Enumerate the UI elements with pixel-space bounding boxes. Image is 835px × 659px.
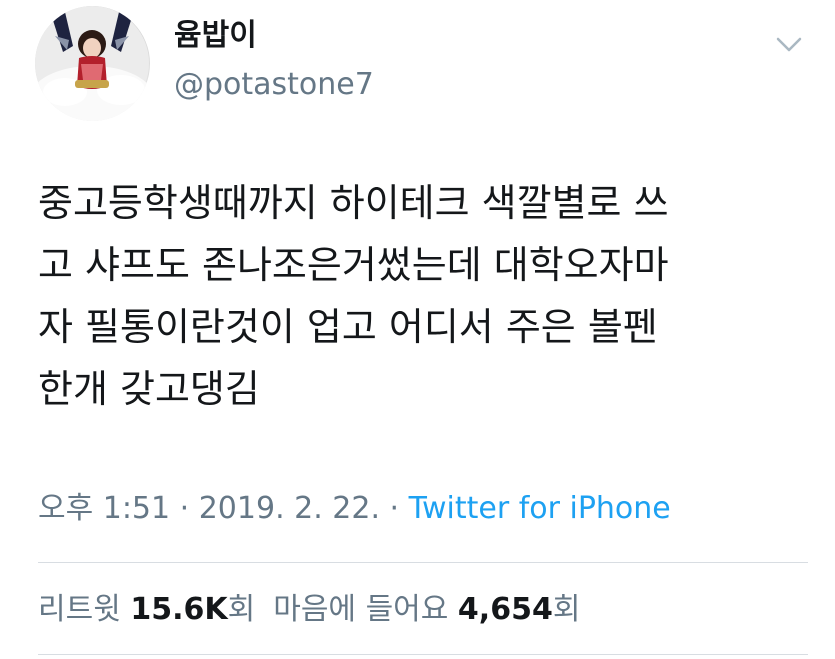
tweet-text-line: 중고등학생때까지 하이테크 색깔별로 쓰 xyxy=(38,181,669,225)
avatar[interactable] xyxy=(35,6,150,121)
meta-separator: · xyxy=(380,491,409,526)
divider xyxy=(38,562,808,563)
likes-stat[interactable]: 마음에 들어요 4,654회 xyxy=(273,592,580,627)
tweet-text-line: 자 필통이란것이 업고 어디서 주은 볼펜 xyxy=(38,305,658,349)
username-handle[interactable]: @potastone7 xyxy=(174,66,374,104)
engagement-stats: 리트윗 15.6K회 마음에 들어요 4,654회 xyxy=(38,588,580,632)
retweets-label: 리트윗 xyxy=(38,592,121,627)
tweet-text-line: 고 샤프도 존나조은거썼는데 대학오자마 xyxy=(38,243,669,287)
retweets-count: 15.6K xyxy=(130,592,228,627)
divider xyxy=(38,654,808,655)
meta-separator: · xyxy=(170,491,199,526)
retweets-unit: 회 xyxy=(227,592,256,627)
tweet-text-line: 한개 갖고댕김 xyxy=(38,367,260,411)
display-name[interactable]: 윰밥이 xyxy=(174,16,257,56)
likes-label: 마음에 들어요 xyxy=(273,592,449,627)
likes-unit: 회 xyxy=(552,592,581,627)
avatar-image xyxy=(35,6,150,121)
chevron-down-icon[interactable] xyxy=(774,32,804,56)
tweet-source-link[interactable]: Twitter for iPhone xyxy=(409,491,671,526)
tweet-date[interactable]: 2019. 2. 22. xyxy=(199,491,380,526)
tweet-meta: 오후 1:51 · 2019. 2. 22. · Twitter for iPh… xyxy=(38,488,671,530)
tweet-time[interactable]: 오후 1:51 xyxy=(38,491,170,526)
tweet-detail: 윰밥이 @potastone7 중고등학생때까지 하이테크 색깔별로 쓰 고 샤… xyxy=(0,0,835,659)
likes-count: 4,654 xyxy=(457,592,553,627)
retweets-stat[interactable]: 리트윗 15.6K회 xyxy=(38,592,255,627)
tweet-text: 중고등학생때까지 하이테크 색깔별로 쓰 고 샤프도 존나조은거썼는데 대학오자… xyxy=(38,172,808,420)
